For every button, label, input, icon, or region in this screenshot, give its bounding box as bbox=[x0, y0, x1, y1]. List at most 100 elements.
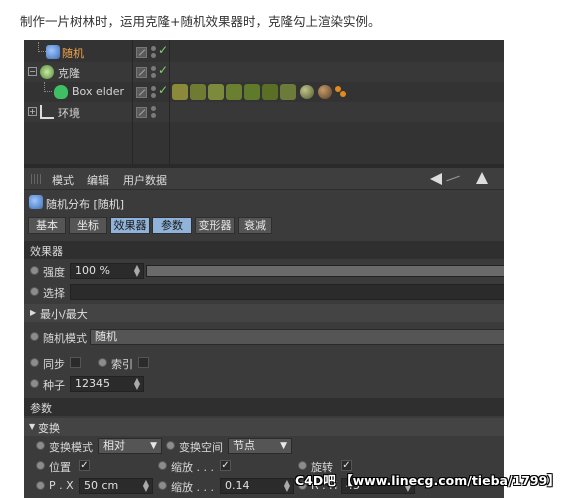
history-line-icon bbox=[446, 175, 460, 182]
animate-radio[interactable] bbox=[158, 481, 167, 490]
tab-parameter[interactable]: 参数 bbox=[152, 217, 192, 234]
tab-falloff[interactable]: 衰减 bbox=[238, 217, 272, 234]
attribute-menu-bar: 模式 编辑 用户数据 bbox=[24, 168, 504, 190]
back-arrow-icon[interactable] bbox=[430, 173, 442, 185]
transform-mode-value: 相对 bbox=[103, 439, 125, 452]
seed-label: 种子 bbox=[43, 379, 65, 392]
animate-radio[interactable] bbox=[36, 461, 45, 470]
object-row-random[interactable]: 随机 ✓ bbox=[24, 42, 504, 62]
menu-user-data[interactable]: 用户数据 bbox=[123, 172, 167, 188]
strength-slider[interactable] bbox=[146, 265, 504, 277]
random-mode-select[interactable]: 随机 bbox=[90, 329, 504, 345]
transform-mode-row: 变换模式 相对 ▼ 变换空间 节点 ▼ bbox=[24, 436, 504, 456]
tree-connector bbox=[38, 42, 46, 52]
section-title: 效果器 bbox=[30, 245, 63, 258]
bark-material-icon[interactable] bbox=[300, 85, 314, 99]
transform-space-value: 节点 bbox=[233, 439, 255, 452]
leaf-material-icon[interactable] bbox=[244, 84, 260, 100]
stepper-icon[interactable]: ▲ ▼ bbox=[134, 377, 140, 391]
dropdown-arrow-icon: ▼ bbox=[280, 441, 287, 451]
random-mode-row: 随机模式 随机 bbox=[24, 327, 504, 347]
selection-link-field[interactable] bbox=[70, 284, 504, 300]
expand-toggle-icon[interactable]: + bbox=[28, 107, 37, 116]
tab-deformer[interactable]: 变形器 bbox=[195, 217, 235, 234]
object-name: 克隆 bbox=[58, 67, 80, 80]
animate-radio[interactable] bbox=[298, 461, 307, 470]
sync-index-row: 同步 索引 bbox=[24, 353, 504, 373]
animate-radio[interactable] bbox=[30, 358, 39, 367]
random-mode-label: 随机模式 bbox=[43, 332, 87, 345]
px-input[interactable]: 50 cm ▲ ▼ bbox=[79, 478, 153, 494]
leaf-material-icon[interactable] bbox=[262, 84, 278, 100]
object-name: Box elder bbox=[72, 85, 125, 98]
attribute-title: 随机分布 [随机] bbox=[46, 198, 125, 211]
object-row-cloner[interactable]: − 克隆 ✓ bbox=[24, 62, 504, 82]
animate-radio[interactable] bbox=[36, 481, 45, 490]
leaf-material-icon[interactable] bbox=[208, 84, 224, 100]
leaf-material-icon[interactable] bbox=[172, 84, 188, 100]
object-row-environment[interactable]: + 环境 bbox=[24, 102, 504, 122]
tab-basic[interactable]: 基本 bbox=[28, 217, 66, 234]
scale-checkbox[interactable]: ✓ bbox=[220, 460, 231, 471]
minmax-group[interactable]: ▶ 最小/最大 bbox=[24, 304, 504, 322]
menu-edit[interactable]: 编辑 bbox=[87, 172, 109, 188]
tree-object-icon bbox=[54, 85, 68, 99]
tab-effector[interactable]: 效果器 bbox=[110, 217, 150, 234]
tab-coord[interactable]: 坐标 bbox=[69, 217, 107, 234]
seed-input[interactable]: 12345 ▲ ▼ bbox=[70, 376, 144, 392]
panel-grip-icon[interactable] bbox=[31, 174, 43, 184]
animate-radio[interactable] bbox=[158, 461, 167, 470]
position-checkbox[interactable]: ✓ bbox=[79, 460, 90, 471]
stepper-icon[interactable]: ▲ ▼ bbox=[143, 479, 149, 493]
bark-material-icon[interactable] bbox=[318, 85, 332, 99]
transform-group[interactable]: ▼ 变换 bbox=[24, 418, 504, 436]
transform-mode-label: 变换模式 bbox=[49, 441, 93, 454]
collapse-arrow-icon[interactable]: ▼ bbox=[29, 422, 35, 431]
animate-radio[interactable] bbox=[30, 287, 39, 296]
leaf-material-icon[interactable] bbox=[190, 84, 206, 100]
strength-value: 100 % bbox=[75, 264, 110, 277]
expand-arrow-icon[interactable]: ▶ bbox=[30, 308, 36, 317]
animate-radio[interactable] bbox=[30, 266, 39, 275]
px-value: 50 cm bbox=[84, 479, 119, 492]
attribute-title-row: 随机分布 [随机] bbox=[24, 192, 504, 214]
random-effector-icon bbox=[29, 195, 43, 209]
environment-icon bbox=[40, 105, 54, 119]
selection-label: 选择 bbox=[43, 287, 65, 300]
stepper-icon[interactable]: ▲ ▼ bbox=[134, 264, 140, 278]
object-manager: 随机 ✓ − 克隆 ✓ Box elder ✓ + 环境 bbox=[24, 40, 504, 164]
px-label: P . X bbox=[49, 479, 74, 492]
transform-mode-select[interactable]: 相对 ▼ bbox=[98, 438, 162, 454]
strength-input[interactable]: 100 % ▲ ▼ bbox=[70, 263, 144, 279]
tree-connector bbox=[44, 82, 52, 92]
scale-label: 缩放 . . . bbox=[171, 461, 214, 474]
index-checkbox[interactable] bbox=[138, 357, 149, 368]
minmax-label: 最小/最大 bbox=[40, 308, 88, 321]
index-label: 索引 bbox=[111, 358, 133, 371]
up-arrow-icon[interactable] bbox=[476, 172, 488, 184]
transform-space-label: 变换空间 bbox=[179, 441, 223, 454]
object-row-box-elder[interactable]: Box elder ✓ bbox=[24, 82, 504, 102]
cinema4d-window: 随机 ✓ − 克隆 ✓ Box elder ✓ + 环境 模式 编辑 用户数据 … bbox=[24, 40, 504, 498]
collapse-toggle-icon[interactable]: − bbox=[28, 67, 37, 76]
animate-radio[interactable] bbox=[30, 332, 39, 341]
tag-icon[interactable] bbox=[340, 91, 346, 97]
leaf-material-icon[interactable] bbox=[226, 84, 242, 100]
section-title: 参数 bbox=[30, 402, 52, 415]
transform-label: 变换 bbox=[38, 422, 60, 435]
seed-row: 种子 12345 ▲ ▼ bbox=[24, 374, 504, 394]
sx-input[interactable]: 0.14 ▲ ▼ bbox=[220, 478, 294, 494]
stepper-icon[interactable]: ▲ ▼ bbox=[284, 479, 290, 493]
sync-checkbox[interactable] bbox=[70, 357, 81, 368]
transform-space-select[interactable]: 节点 ▼ bbox=[228, 438, 292, 454]
animate-radio[interactable] bbox=[36, 441, 45, 450]
dropdown-arrow-icon: ▼ bbox=[150, 441, 157, 451]
animate-radio[interactable] bbox=[166, 441, 175, 450]
leaf-material-icon[interactable] bbox=[280, 84, 296, 100]
section-parameters: 参数 bbox=[24, 398, 504, 416]
animate-radio[interactable] bbox=[98, 358, 107, 367]
sx-value: 0.14 bbox=[225, 479, 250, 492]
animate-radio[interactable] bbox=[30, 379, 39, 388]
menu-mode[interactable]: 模式 bbox=[52, 172, 74, 188]
seed-value: 12345 bbox=[75, 377, 110, 390]
